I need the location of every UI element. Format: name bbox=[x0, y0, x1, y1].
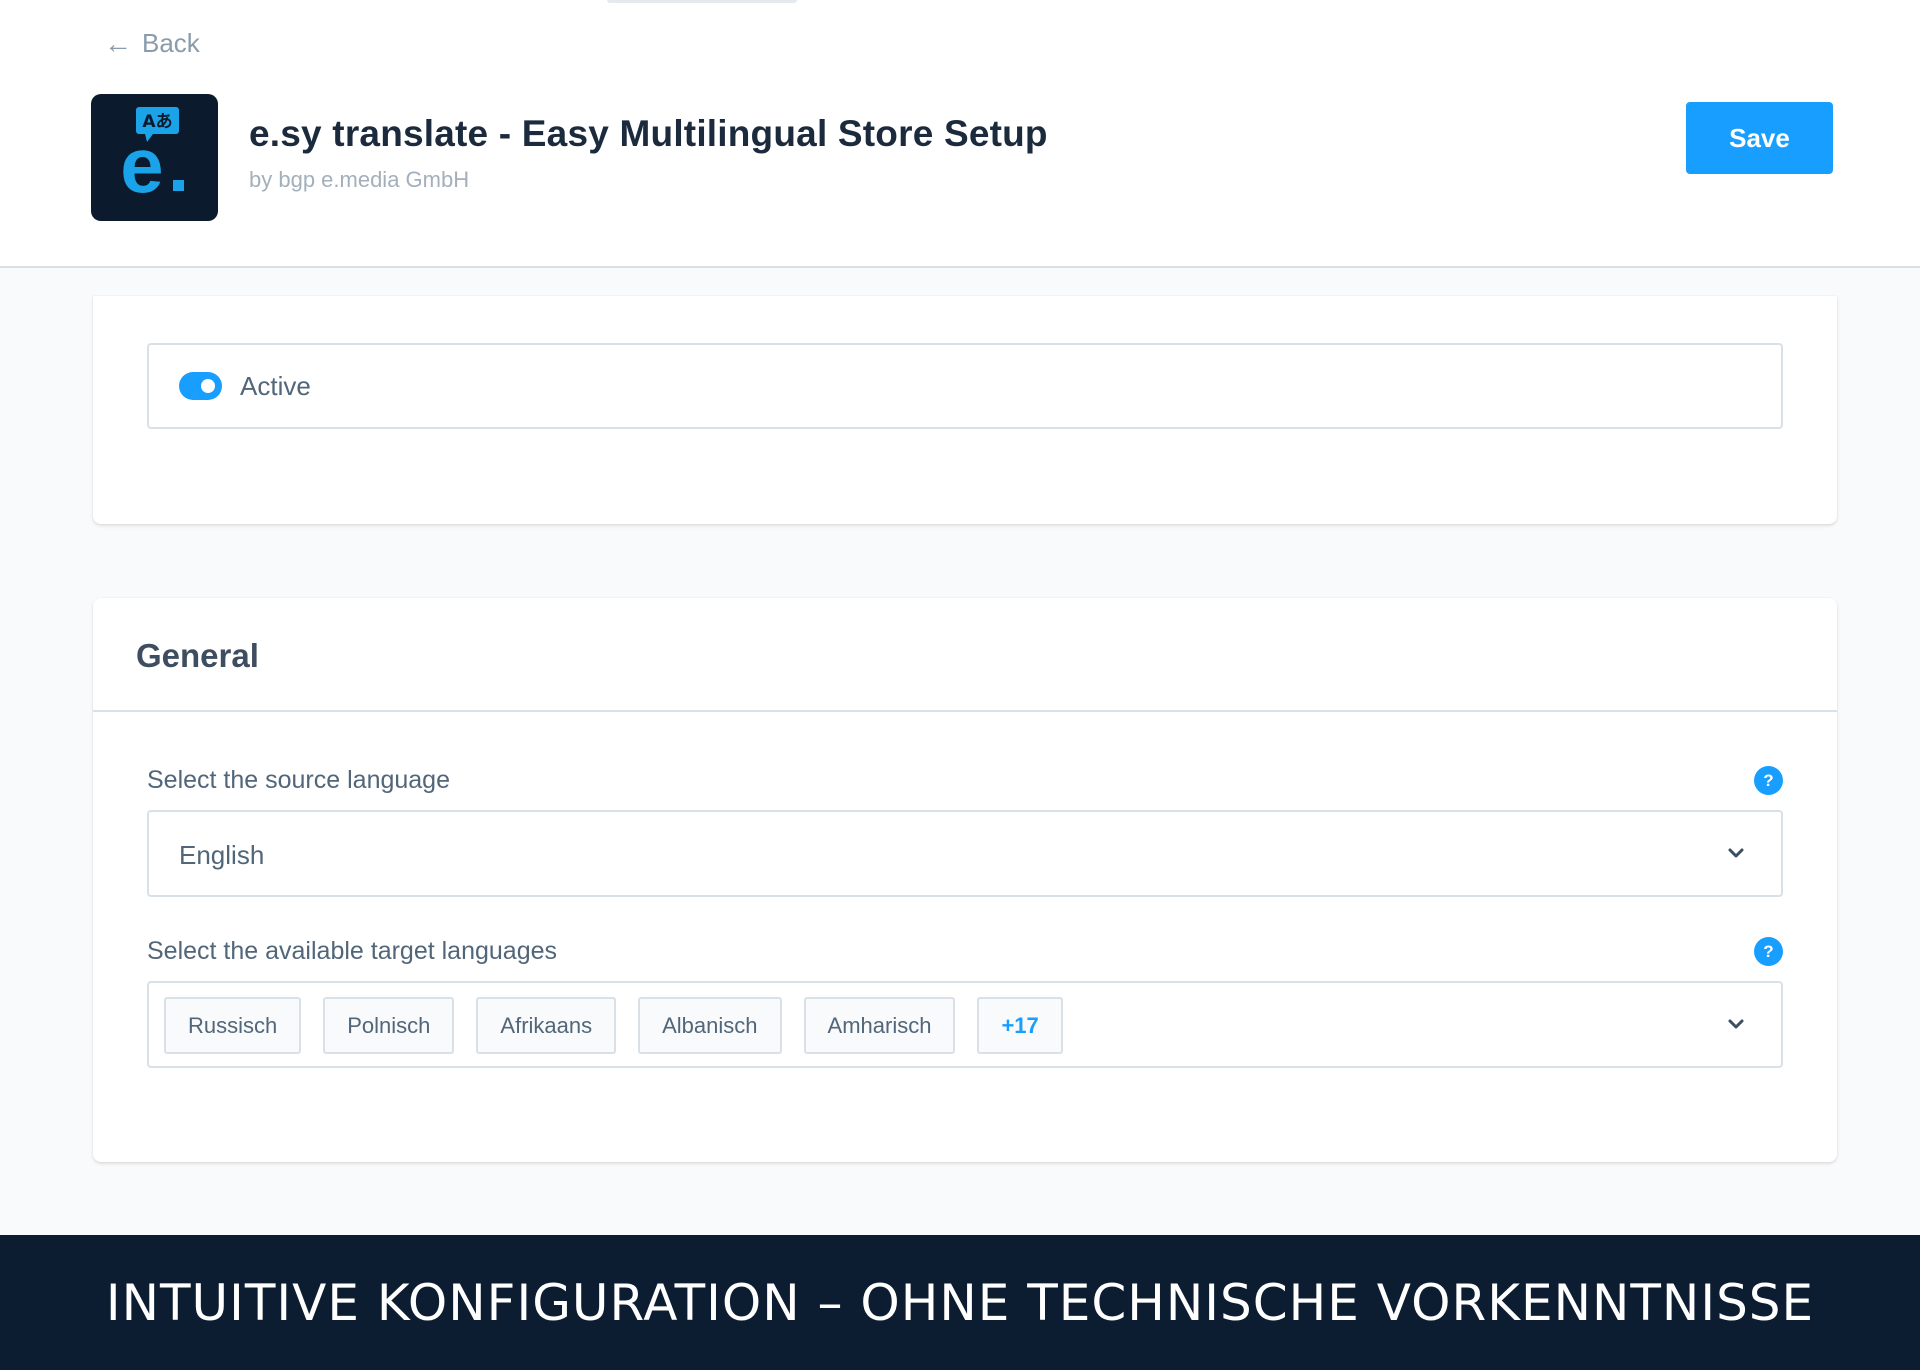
selected-tags: Russisch Polnisch Afrikaans Albanisch Am… bbox=[164, 997, 1063, 1054]
language-tag[interactable]: Russisch bbox=[164, 997, 302, 1054]
status-card: Active bbox=[93, 296, 1837, 524]
chevron-down-icon bbox=[1728, 1019, 1744, 1029]
back-label: Back bbox=[142, 28, 200, 58]
chevron-down-icon bbox=[1728, 848, 1744, 858]
promo-banner: INTUITIVE KONFIGURATION – OHNE TECHNISCH… bbox=[0, 1235, 1920, 1370]
active-toggle-field: Active bbox=[147, 343, 1783, 429]
app-logo: Aあ e bbox=[91, 94, 218, 221]
translate-logo-icon: Aあ e bbox=[120, 107, 184, 209]
language-tag[interactable]: Amharisch bbox=[803, 997, 956, 1054]
arrow-left-icon: ← bbox=[104, 27, 132, 59]
language-tag[interactable]: Afrikaans bbox=[476, 997, 617, 1054]
language-tag[interactable]: Albanisch bbox=[638, 997, 782, 1054]
banner-text: INTUITIVE KONFIGURATION – OHNE TECHNISCH… bbox=[105, 1273, 1815, 1332]
source-language-label: Select the source language bbox=[147, 766, 450, 794]
logo-letter: e bbox=[120, 121, 163, 209]
general-card-header: General bbox=[93, 598, 1837, 712]
scroll-hint bbox=[607, 0, 797, 3]
language-tag[interactable]: Polnisch bbox=[323, 997, 455, 1054]
page-title: e.sy translate - Easy Multilingual Store… bbox=[249, 113, 1048, 154]
app-vendor: by bgp e.media GmbH bbox=[249, 167, 470, 192]
active-label: Active bbox=[240, 370, 311, 401]
general-title: General bbox=[136, 637, 259, 674]
more-languages-tag[interactable]: +17 bbox=[977, 997, 1063, 1054]
general-card: General Select the source language ? Eng… bbox=[93, 598, 1837, 1162]
active-toggle[interactable] bbox=[179, 372, 222, 400]
source-language-select[interactable]: English bbox=[147, 810, 1783, 897]
app-header: ← Back Aあ e e.sy translate - Easy Multil… bbox=[0, 0, 1920, 268]
source-language-value: English bbox=[179, 840, 265, 870]
target-languages-label: Select the available target languages bbox=[147, 937, 558, 965]
toggle-knob bbox=[201, 379, 215, 393]
save-button[interactable]: Save bbox=[1686, 102, 1833, 174]
target-languages-multiselect[interactable]: Russisch Polnisch Afrikaans Albanisch Am… bbox=[147, 981, 1783, 1068]
help-icon[interactable]: ? bbox=[1754, 937, 1783, 966]
help-icon[interactable]: ? bbox=[1754, 766, 1783, 795]
back-link[interactable]: ← Back bbox=[104, 28, 200, 59]
